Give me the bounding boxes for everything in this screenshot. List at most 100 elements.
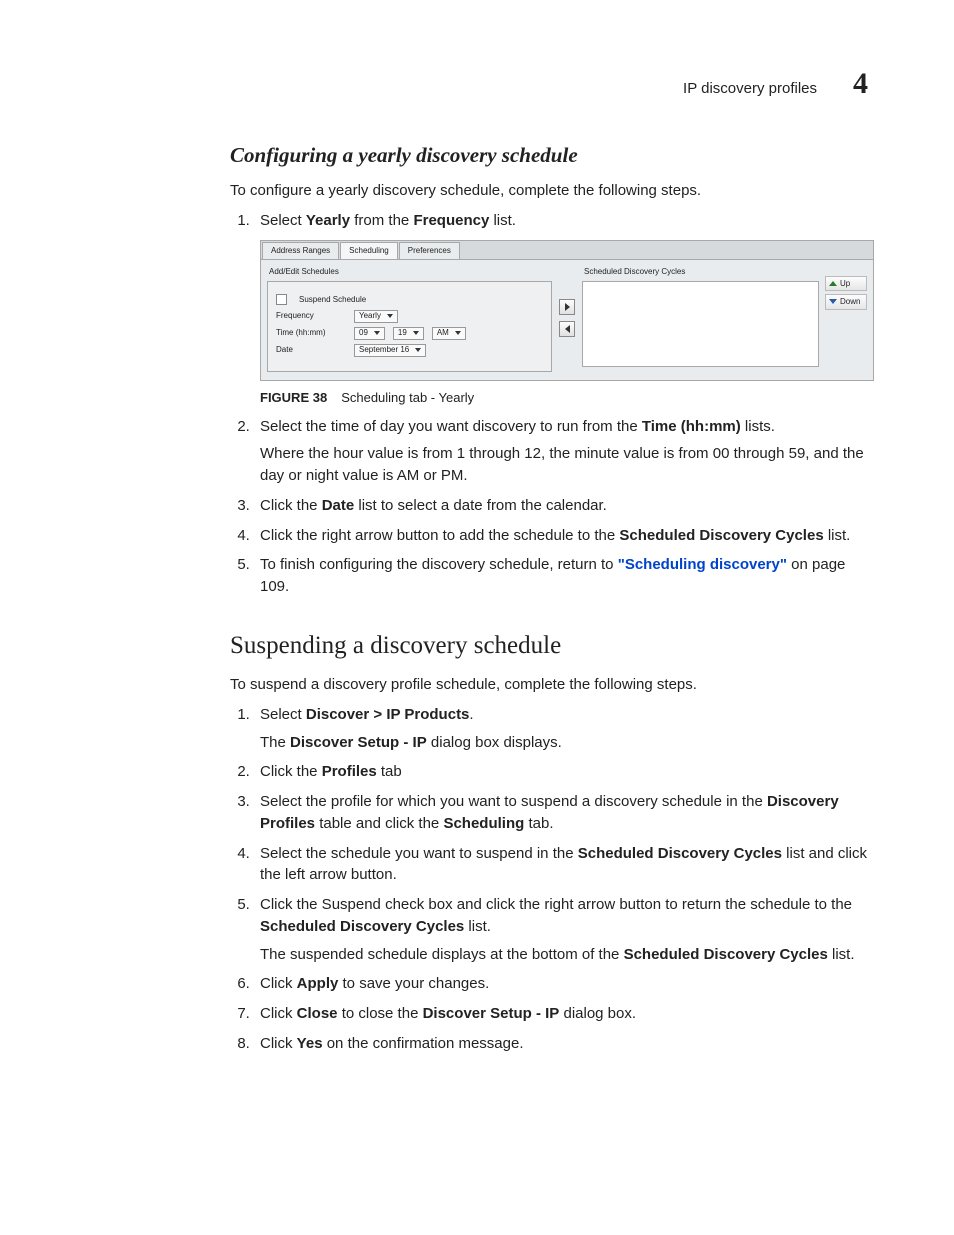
suspend-row: Suspend Schedule <box>276 294 543 306</box>
remove-left-button[interactable] <box>559 321 575 337</box>
text-bold: Scheduled Discovery Cycles <box>624 946 828 963</box>
date-value: September 16 <box>359 344 409 356</box>
up-label: Up <box>840 278 850 290</box>
time-ampm: AM <box>437 327 449 339</box>
down-label: Down <box>840 296 860 308</box>
text: Click <box>260 975 297 992</box>
right-pane: Scheduled Discovery Cycles Up Down <box>582 264 867 372</box>
time-label: Time (hh:mm) <box>276 327 346 339</box>
heading-configuring-yearly: Configuring a yearly discovery schedule <box>230 140 870 170</box>
s2-step-6: Click Apply to save your changes. <box>254 973 870 995</box>
date-row: Date September 16 <box>276 344 543 357</box>
s2-step-1-note: The Discover Setup - IP dialog box displ… <box>260 732 870 754</box>
text: tab <box>377 763 402 780</box>
intro-text-2: To suspend a discovery profile schedule,… <box>230 674 870 696</box>
figure-caption: FIGURE 38 Scheduling tab - Yearly <box>260 389 870 408</box>
figure-number: FIGURE 38 <box>260 390 327 405</box>
time-hh: 09 <box>359 327 368 339</box>
cycles-pane: Scheduled Discovery Cycles <box>582 264 819 372</box>
text: list. <box>828 946 855 963</box>
left-pane-label: Add/Edit Schedules <box>269 266 552 278</box>
schedule-box: Suspend Schedule Frequency Yearly Time (… <box>267 281 552 372</box>
text-bold: Profiles <box>322 763 377 780</box>
frequency-row: Frequency Yearly <box>276 310 543 323</box>
s2-step-7: Click Close to close the Discover Setup … <box>254 1003 870 1025</box>
running-header: IP discovery profiles 4 <box>683 62 868 106</box>
text: Click the right arrow button to add the … <box>260 527 619 544</box>
suspend-label: Suspend Schedule <box>299 294 366 306</box>
down-button[interactable]: Down <box>825 294 867 310</box>
text: on the confirmation message. <box>323 1035 524 1052</box>
text: list. <box>824 527 851 544</box>
text-bold: Apply <box>297 975 339 992</box>
time-row: Time (hh:mm) 09 19 AM <box>276 327 543 340</box>
arrow-right-icon <box>565 303 570 311</box>
text: list. <box>489 212 516 229</box>
add-right-button[interactable] <box>559 299 575 315</box>
text-bold: Close <box>297 1005 338 1022</box>
step-3: Click the Date list to select a date fro… <box>254 495 870 517</box>
text-bold: Scheduled Discovery Cycles <box>260 918 464 935</box>
mock-body: Add/Edit Schedules Suspend Schedule Freq… <box>261 260 873 380</box>
suspend-checkbox[interactable] <box>276 294 287 305</box>
text: Click <box>260 1035 297 1052</box>
text: list. <box>464 918 491 935</box>
time-hh-dropdown[interactable]: 09 <box>354 327 385 340</box>
step-2: Select the time of day you want discover… <box>254 416 870 487</box>
text: lists. <box>741 418 775 435</box>
intro-text: To configure a yearly discovery schedule… <box>230 180 870 202</box>
text: Select <box>260 212 306 229</box>
tab-preferences[interactable]: Preferences <box>399 242 460 259</box>
text: from the <box>350 212 413 229</box>
text: Select the time of day you want discover… <box>260 418 642 435</box>
chevron-down-icon <box>455 331 461 335</box>
s2-step-4: Select the schedule you want to suspend … <box>254 843 870 887</box>
cycles-listbox[interactable] <box>582 281 819 367</box>
chevron-down-icon <box>413 331 419 335</box>
text: to close the <box>338 1005 423 1022</box>
header-section: IP discovery profiles <box>683 78 817 100</box>
text: Click the <box>260 763 322 780</box>
page: IP discovery profiles 4 Configuring a ye… <box>0 0 954 1235</box>
text: To finish configuring the discovery sche… <box>260 556 618 573</box>
text-bold: Discover Setup - IP <box>423 1005 560 1022</box>
text-bold: Scheduled Discovery Cycles <box>578 845 782 862</box>
step-4: Click the right arrow button to add the … <box>254 525 870 547</box>
screenshot-mock: Address Ranges Scheduling Preferences Ad… <box>260 240 874 381</box>
up-button[interactable]: Up <box>825 276 867 292</box>
text: Click the <box>260 497 322 514</box>
updown-buttons: Up Down <box>825 276 867 372</box>
text: dialog box displays. <box>427 734 562 751</box>
text-bold: Discover Setup - IP <box>290 734 427 751</box>
frequency-dropdown[interactable]: Yearly <box>354 310 398 323</box>
text-bold: Frequency <box>413 212 489 229</box>
s2-step-2: Click the Profiles tab <box>254 761 870 783</box>
tab-scheduling[interactable]: Scheduling <box>340 242 398 259</box>
text: Click <box>260 1005 297 1022</box>
steps-list-1: Select Yearly from the Frequency list. A… <box>230 210 870 598</box>
tab-address-ranges[interactable]: Address Ranges <box>262 242 339 259</box>
step-2-note: Where the hour value is from 1 through 1… <box>260 443 870 487</box>
date-label: Date <box>276 344 346 356</box>
text: to save your changes. <box>338 975 489 992</box>
text: Select the profile for which you want to… <box>260 793 767 810</box>
date-dropdown[interactable]: September 16 <box>354 344 426 357</box>
chevron-down-icon <box>387 314 393 318</box>
time-mm: 19 <box>398 327 407 339</box>
time-ampm-dropdown[interactable]: AM <box>432 327 466 340</box>
arrow-left-icon <box>565 325 570 333</box>
figure-38: Address Ranges Scheduling Preferences Ad… <box>260 240 870 408</box>
time-mm-dropdown[interactable]: 19 <box>393 327 424 340</box>
text-bold: Time (hh:mm) <box>642 418 741 435</box>
s2-step-8: Click Yes on the confirmation message. <box>254 1033 870 1055</box>
tabs-bar: Address Ranges Scheduling Preferences <box>261 241 873 260</box>
left-pane: Add/Edit Schedules Suspend Schedule Freq… <box>267 264 552 372</box>
text: dialog box. <box>559 1005 636 1022</box>
text: The suspended schedule displays at the b… <box>260 946 624 963</box>
content: Configuring a yearly discovery schedule … <box>230 140 870 1055</box>
figure-caption-text: Scheduling tab - Yearly <box>341 390 474 405</box>
step-1: Select Yearly from the Frequency list. A… <box>254 210 870 407</box>
text: Select <box>260 706 306 723</box>
link-scheduling-discovery[interactable]: "Scheduling discovery" <box>618 556 787 573</box>
text-bold: Scheduled Discovery Cycles <box>619 527 823 544</box>
